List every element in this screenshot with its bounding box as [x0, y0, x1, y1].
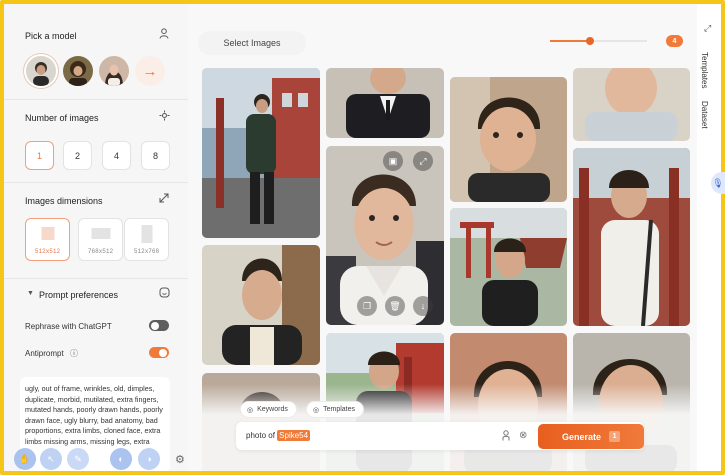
slider-knob[interactable] — [586, 37, 594, 45]
expand-icon[interactable]: ⤢ — [704, 23, 711, 34]
fullscreen-icon[interactable]: ⤢ — [413, 151, 433, 171]
dim-label: 512x512 — [34, 248, 61, 255]
bubble-icon[interactable]: ◑ — [138, 448, 160, 470]
settings-icon[interactable] — [159, 110, 170, 124]
templates-chip[interactable]: ◎ Templates — [306, 401, 365, 418]
image-size-slider[interactable] — [550, 37, 647, 45]
chevron-down-icon[interactable]: ▼ — [27, 290, 34, 297]
image-icon[interactable]: ▣ — [383, 151, 403, 171]
select-images-button[interactable]: Select Images — [198, 31, 306, 55]
gallery-image[interactable] — [573, 148, 690, 326]
dim-shape — [141, 225, 152, 243]
rephrase-toggle[interactable] — [149, 320, 169, 331]
num-option-8[interactable]: 8 — [141, 141, 170, 170]
gallery-image-selected[interactable]: ▣ ⤢ ❐ 🗑 ↓ — [326, 146, 444, 325]
gallery-image[interactable] — [450, 208, 567, 326]
trash-icon[interactable]: 🗑 — [385, 296, 405, 316]
keywords-label: Keywords — [257, 406, 288, 413]
gallery-image[interactable] — [326, 68, 444, 138]
user-bubble-icon[interactable]: ✋ — [14, 448, 36, 470]
gender-icon[interactable] — [502, 430, 510, 444]
keywords-chip[interactable]: ◎ Keywords — [240, 401, 297, 418]
antiprompt-toggle[interactable] — [149, 347, 169, 358]
divider — [4, 182, 188, 183]
tab-templates[interactable]: Templates — [700, 52, 709, 88]
gallery-image[interactable] — [573, 68, 690, 141]
model-avatar-2[interactable] — [63, 56, 93, 86]
rephrase-label: Rephrase with ChatGPT — [25, 322, 112, 331]
generate-label: Generate — [561, 431, 602, 442]
prompt-text: photo of Spike54 — [246, 430, 311, 441]
dim-shape — [41, 227, 54, 240]
left-panel: Pick a model → Number of images 1 2 4 8 … — [4, 4, 188, 471]
cursor-bubble-icon[interactable]: ↖ — [40, 448, 62, 470]
dim-option-768x512[interactable]: 768x512 — [78, 218, 123, 261]
num-option-1[interactable]: 1 — [25, 141, 54, 170]
dims-title: Images dimensions — [25, 196, 103, 206]
bubble-icon[interactable]: ◐ — [110, 448, 132, 470]
num-images-title: Number of images — [25, 113, 99, 123]
prompt-pref-title: Prompt preferences — [39, 290, 119, 300]
download-icon[interactable]: ↓ — [413, 296, 433, 316]
prompt-token[interactable]: Spike54 — [277, 430, 311, 441]
right-sidebar: ⤢ Templates Dataset — [697, 4, 721, 471]
generate-count: 1 — [609, 431, 621, 442]
user-icon[interactable] — [159, 28, 169, 42]
gallery-area: Select Images 4 ▣ ⤢ ❐ 🗑 ↓ ◎ Keywords ◎ T… — [188, 4, 697, 471]
model-avatar-1[interactable] — [26, 56, 56, 86]
pen-bubble-icon[interactable]: ✎ — [67, 448, 89, 470]
antiprompt-label: Antiprompt — [25, 349, 64, 358]
gallery-image[interactable] — [202, 68, 320, 238]
tab-dataset[interactable]: Dataset — [700, 101, 709, 129]
num-option-2[interactable]: 2 — [63, 141, 92, 170]
slider-fill — [550, 40, 590, 42]
dim-shape — [91, 228, 110, 239]
model-avatar-3[interactable] — [99, 56, 129, 86]
arrow-right-icon[interactable]: → — [135, 56, 165, 86]
topbar: Select Images 4 — [188, 4, 697, 64]
templates-icon: ◎ — [313, 406, 320, 414]
pick-model-title: Pick a model — [25, 31, 77, 41]
dim-label: 512x768 — [133, 248, 160, 255]
copy-icon[interactable]: ❐ — [357, 296, 377, 316]
gallery-image[interactable] — [450, 77, 567, 202]
generate-button[interactable]: Generate 1 — [538, 424, 644, 449]
close-circle-icon[interactable]: ⊗ — [519, 430, 527, 441]
gallery-image[interactable] — [202, 245, 320, 365]
keywords-icon: ◎ — [247, 406, 254, 414]
dim-option-512x768[interactable]: 512x768 — [124, 218, 169, 261]
num-option-4[interactable]: 4 — [102, 141, 131, 170]
info-icon[interactable]: ⓘ — [70, 348, 78, 359]
smile-icon[interactable] — [159, 287, 170, 301]
expand-icon[interactable] — [159, 193, 169, 206]
dim-label: 768x512 — [87, 248, 114, 255]
divider — [4, 99, 188, 100]
count-badge: 4 — [666, 35, 683, 47]
dim-option-512x512[interactable]: 512x512 — [25, 218, 70, 261]
templates-label: Templates — [323, 406, 356, 413]
collaborator-bubbles: ✋ ↖ ✎ ◐ ◑ — [14, 448, 164, 470]
gear-icon[interactable]: ⚙ — [175, 453, 185, 466]
prompt-prefix: photo of — [246, 431, 275, 440]
divider — [4, 278, 188, 279]
